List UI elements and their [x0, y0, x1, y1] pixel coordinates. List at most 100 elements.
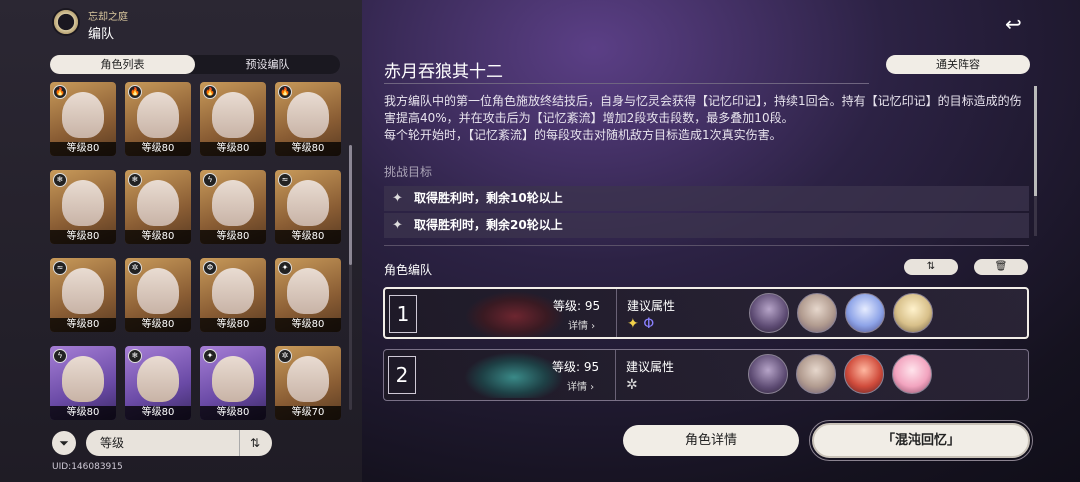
character-card[interactable]: 🔥 等级80: [125, 82, 191, 156]
character-portrait: [62, 92, 104, 138]
character-level: 等级80: [50, 318, 116, 332]
character-portrait: [62, 268, 104, 314]
character-card[interactable]: ≈ 等级80: [275, 170, 341, 244]
physical-icon: ✲: [128, 261, 142, 275]
fire-icon: 🔥: [128, 85, 142, 99]
character-level: 等级80: [50, 230, 116, 244]
character-card[interactable]: ✲ 等级70: [275, 346, 341, 420]
character-portrait: [137, 356, 179, 402]
details-label: 详情: [568, 321, 588, 332]
scrollbar-thumb[interactable]: [349, 145, 352, 265]
fire-icon: 🔥: [203, 85, 217, 99]
team-member-avatar[interactable]: [845, 293, 885, 333]
character-level: 等级80: [200, 406, 266, 420]
team-member-avatar[interactable]: [893, 293, 933, 333]
fire-icon: 🔥: [278, 85, 292, 99]
character-card[interactable]: 🔥 等级80: [200, 82, 266, 156]
clear-lineup-button[interactable]: 通关阵容: [886, 55, 1030, 74]
character-portrait: [287, 268, 329, 314]
clear-team-button[interactable]: 🗑: [974, 259, 1028, 275]
suggested-attr-label: 建议属性: [627, 299, 676, 313]
team-label: 角色编队: [384, 263, 433, 277]
fire-icon: 🔥: [53, 85, 67, 99]
boss-level: 等级: 95: [553, 299, 601, 313]
team-number: 2: [388, 356, 416, 394]
character-portrait: [212, 180, 254, 226]
swap-team-button[interactable]: ⇅: [904, 259, 958, 275]
character-card[interactable]: 🔥 等级80: [275, 82, 341, 156]
team-row-1[interactable]: 1 等级: 95 详情 › 建议属性 ✦ Φ: [383, 287, 1029, 339]
goal-item: ✦ 取得胜利时，剩余10轮以上: [384, 186, 1029, 211]
character-level: 等级80: [275, 318, 341, 332]
uid-text: UID:146083915: [52, 462, 123, 472]
character-card[interactable]: 🔥 等级80: [50, 82, 116, 156]
scrollbar-thumb[interactable]: [1034, 86, 1037, 196]
suggested-attr-icons: ✦ Φ: [627, 316, 654, 332]
physical-icon: ✲: [278, 349, 292, 363]
stage-description: 我方编队中的第一位角色施放终结技后，自身与忆灵会获得【记忆印记】，持续1回合。持…: [384, 93, 1024, 144]
quantum-icon: Φ: [203, 261, 217, 275]
header-title: 编队: [88, 27, 115, 42]
team-member-avatar[interactable]: [748, 354, 788, 394]
divider: [384, 245, 1029, 246]
team-member-avatar[interactable]: [796, 354, 836, 394]
character-card[interactable]: ϟ 等级80: [200, 170, 266, 244]
description-paragraph-1: 我方编队中的第一位角色施放终结技后，自身与忆灵会获得【记忆印记】，持续1回合。持…: [384, 94, 1022, 125]
divider: [615, 350, 616, 400]
character-card[interactable]: ≈ 等级80: [50, 258, 116, 332]
character-level: 等级80: [275, 230, 341, 244]
character-level: 等级80: [200, 318, 266, 332]
start-challenge-button[interactable]: 「混沌回忆」: [809, 420, 1033, 461]
character-level: 等级80: [50, 142, 116, 156]
character-card[interactable]: Φ 等级80: [200, 258, 266, 332]
character-level: 等级80: [200, 142, 266, 156]
character-card[interactable]: ✲ 等级80: [125, 258, 191, 332]
ice-icon: ❄: [128, 349, 142, 363]
character-level: 等级80: [125, 318, 191, 332]
character-card[interactable]: ❄ 等级80: [50, 170, 116, 244]
character-portrait: [212, 92, 254, 138]
quantum-icon: Φ: [643, 316, 655, 332]
details-link[interactable]: 详情 ›: [568, 317, 595, 332]
character-card[interactable]: ❄ 等级80: [125, 346, 191, 420]
character-level: 等级80: [125, 406, 191, 420]
team-member-avatar[interactable]: [844, 354, 884, 394]
character-list-scrollbar[interactable]: [349, 145, 352, 410]
team-row-2[interactable]: 2 等级: 95 详情 › 建议属性 ✲: [383, 349, 1029, 401]
back-icon[interactable]: ↩: [1005, 12, 1022, 36]
team-member-avatar[interactable]: [892, 354, 932, 394]
stage-title: 赤月吞狼其十二: [384, 62, 503, 82]
suggested-attr-label: 建议属性: [626, 360, 675, 374]
description-scrollbar[interactable]: [1034, 86, 1037, 236]
character-level: 等级80: [50, 406, 116, 420]
team-member-avatar[interactable]: [797, 293, 837, 333]
goal-text: 取得胜利时，剩余10轮以上: [414, 191, 563, 205]
ice-icon: ❄: [128, 173, 142, 187]
sort-order-icon[interactable]: ⇅: [238, 430, 260, 456]
boss-portrait: [465, 291, 565, 337]
character-card[interactable]: ❄ 等级80: [125, 170, 191, 244]
tab-preset-team[interactable]: 预设编队: [195, 55, 340, 74]
character-portrait: [212, 356, 254, 402]
imaginary-icon: ✦: [203, 349, 217, 363]
character-level: 等级80: [275, 142, 341, 156]
lightning-icon: ϟ: [203, 173, 217, 187]
divider: [616, 289, 617, 337]
character-card[interactable]: ✦ 等级80: [200, 346, 266, 420]
character-card[interactable]: ✦ 等级80: [275, 258, 341, 332]
details-link[interactable]: 详情 ›: [567, 378, 594, 393]
team-number: 1: [389, 295, 417, 333]
header-subtitle: 忘却之庭: [88, 12, 128, 23]
character-details-button[interactable]: 角色详情: [623, 425, 799, 456]
goal-text: 取得胜利时，剩余20轮以上: [414, 218, 563, 232]
tab-character-list[interactable]: 角色列表: [50, 55, 195, 74]
sort-dropdown[interactable]: 等级 ⇅: [86, 430, 272, 456]
team-member-avatar[interactable]: [749, 293, 789, 333]
lightning-icon: ϟ: [53, 349, 67, 363]
imaginary-icon: ✦: [278, 261, 292, 275]
character-card[interactable]: ϟ 等级80: [50, 346, 116, 420]
filter-icon[interactable]: ⏷: [52, 431, 76, 455]
team-avatars: [748, 354, 932, 394]
wind-icon: ≈: [278, 173, 292, 187]
goal-item: ✦ 取得胜利时，剩余20轮以上: [384, 213, 1029, 238]
